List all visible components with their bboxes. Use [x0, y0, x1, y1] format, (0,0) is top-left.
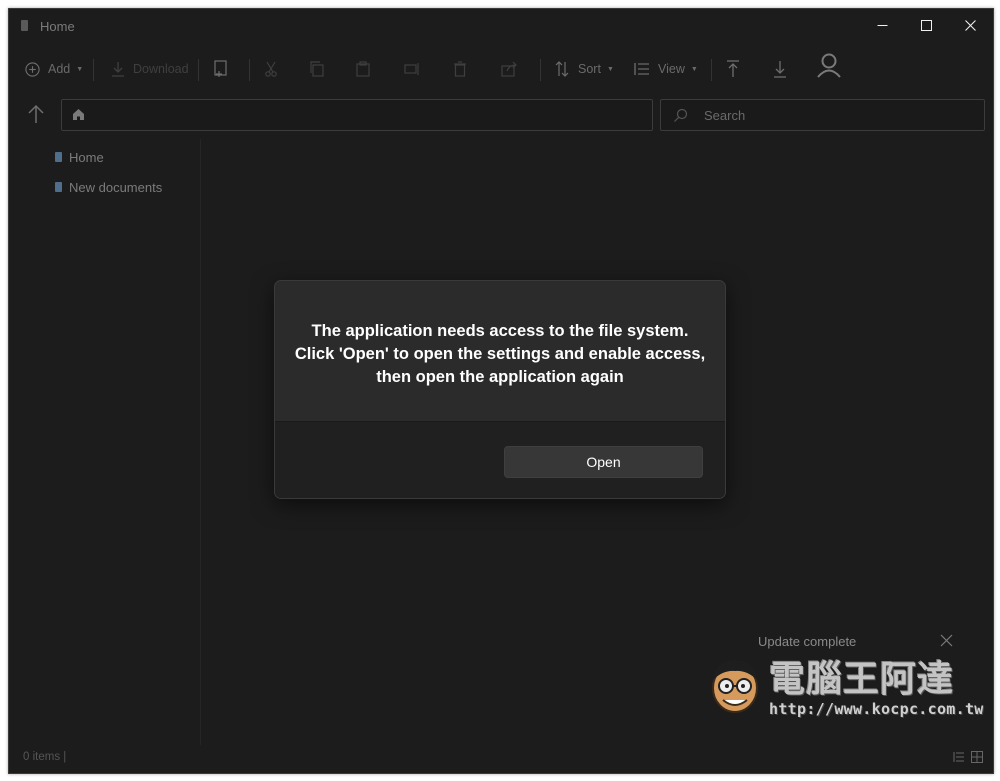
- share-icon: [501, 61, 517, 77]
- add-circle-icon: [25, 61, 40, 77]
- chevron-down-icon: ▼: [690, 65, 698, 73]
- toolbar-divider: [711, 59, 712, 81]
- arrow-up-icon: [28, 104, 44, 123]
- title-bar: Home: [9, 9, 993, 45]
- download-icon: [112, 62, 124, 77]
- scissors-icon: [265, 61, 277, 77]
- chevron-down-icon: ▼: [606, 65, 614, 73]
- chevron-down-icon: ▼: [76, 65, 84, 73]
- open-button[interactable]: Open: [504, 446, 703, 478]
- sort-icon: [555, 61, 569, 77]
- watermark-chinese-text: 電腦王阿達: [769, 658, 955, 700]
- window-title: Home: [40, 19, 75, 34]
- close-icon: [964, 19, 976, 31]
- permission-dialog: The application needs access to the file…: [274, 280, 726, 499]
- dialog-message: The application needs access to the file…: [275, 281, 725, 421]
- download-arrow-button[interactable]: [773, 57, 787, 81]
- download-button[interactable]: Download: [111, 57, 189, 81]
- copy-button[interactable]: [309, 57, 325, 81]
- sort-label: Sort: [578, 62, 601, 76]
- view-button[interactable]: View ▼: [634, 57, 698, 81]
- view-label: View: [658, 62, 685, 76]
- watermark-logo: 電腦王阿達 http://www.kocpc.com.tw: [703, 648, 983, 720]
- new-item-button[interactable]: [213, 57, 229, 81]
- navigation-sidebar: Home New documents: [9, 139, 201, 745]
- close-button[interactable]: [947, 9, 993, 41]
- cut-button[interactable]: [264, 57, 278, 81]
- minimize-icon: [877, 24, 887, 26]
- document-icon: [55, 182, 62, 192]
- dialog-message-line: then open the application again: [376, 367, 624, 386]
- maximize-icon: [920, 19, 932, 31]
- trash-icon: [454, 61, 466, 77]
- address-row: Search: [9, 97, 993, 135]
- rename-icon: [404, 63, 419, 75]
- upload-icon: [727, 60, 739, 77]
- address-bar[interactable]: [61, 99, 653, 131]
- home-icon: [72, 108, 86, 122]
- toast-title: Update complete: [758, 634, 857, 649]
- toolbar-divider: [540, 59, 541, 81]
- copy-icon: [310, 61, 324, 77]
- clipboard-icon: [356, 61, 370, 77]
- user-icon: [817, 53, 841, 78]
- sort-button[interactable]: Sort ▼: [554, 57, 614, 81]
- upload-button[interactable]: [726, 57, 740, 81]
- toolbar-divider: [198, 59, 199, 81]
- paste-button[interactable]: [355, 57, 371, 81]
- account-button[interactable]: [816, 53, 842, 78]
- sidebar-item-home[interactable]: Home: [55, 147, 104, 167]
- sidebar-item-new-documents[interactable]: New documents: [55, 177, 162, 197]
- new-document-icon: [214, 60, 227, 77]
- view-switcher: [953, 751, 983, 763]
- details-view-icon[interactable]: [953, 751, 965, 763]
- close-icon: [940, 634, 953, 647]
- mascot-face-icon: [712, 660, 758, 713]
- sidebar-item-label: New documents: [69, 179, 163, 195]
- search-box[interactable]: Search: [660, 99, 985, 131]
- rename-button[interactable]: [404, 57, 422, 81]
- dialog-message-line: The application needs access to the file…: [311, 321, 689, 340]
- dialog-message-line: Click 'Open' to open the settings and en…: [294, 344, 706, 363]
- dialog-footer: Open: [275, 421, 725, 498]
- add-label: Add: [48, 62, 71, 76]
- delete-button[interactable]: [453, 57, 467, 81]
- toolbar: Add ▼ Download Sort ▼ View ▼: [9, 45, 993, 93]
- search-icon: [673, 108, 688, 128]
- search-placeholder: Search: [704, 108, 746, 123]
- minimize-button[interactable]: [859, 9, 905, 41]
- maximize-button[interactable]: [903, 9, 949, 41]
- add-button[interactable]: Add ▼: [25, 57, 83, 81]
- sidebar-item-label: Home: [69, 149, 104, 165]
- item-count: 0 items |: [23, 751, 67, 763]
- toolbar-divider: [93, 59, 94, 81]
- navigate-up-button[interactable]: [25, 103, 47, 125]
- arrow-down-icon: [774, 61, 786, 78]
- watermark-url: http://www.kocpc.com.tw: [769, 700, 984, 718]
- list-view-icon: [634, 63, 649, 75]
- toolbar-divider: [249, 59, 250, 81]
- status-bar: 0 items |: [9, 743, 993, 773]
- document-icon: [21, 20, 28, 31]
- download-label: Download: [133, 62, 189, 76]
- share-button[interactable]: [501, 57, 519, 81]
- document-icon: [55, 152, 62, 162]
- tiles-view-icon[interactable]: [971, 751, 983, 763]
